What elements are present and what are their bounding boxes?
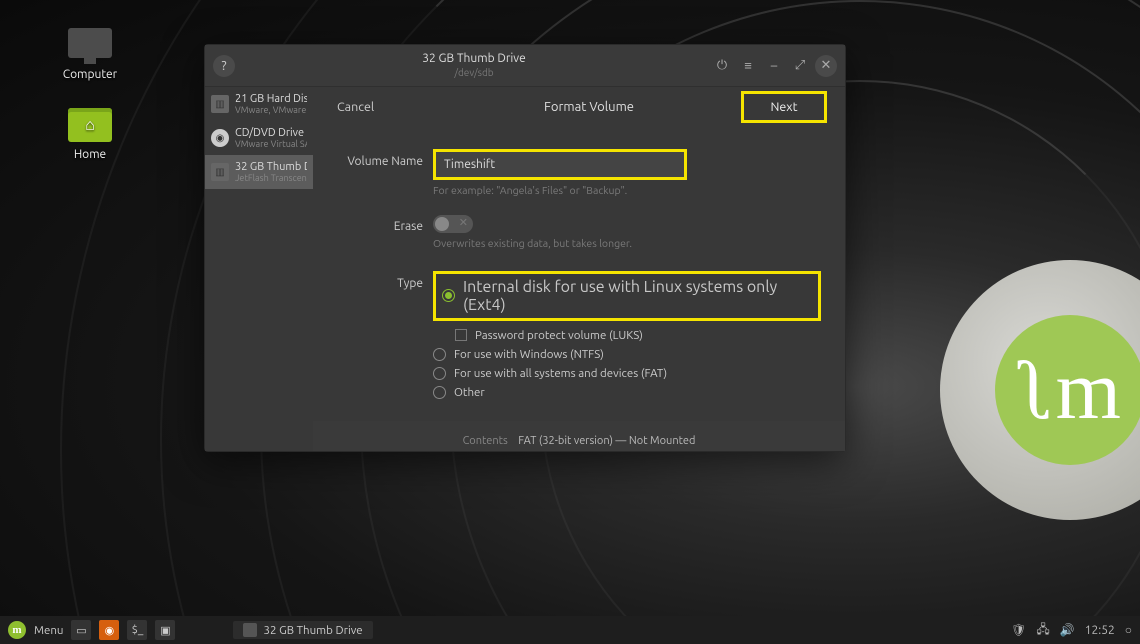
files-launcher[interactable]: ▣ [155, 620, 175, 640]
volume-name-input[interactable] [433, 149, 687, 180]
network-icon[interactable]: 🖧 [1036, 620, 1049, 641]
power-icon[interactable]: ⏻ [711, 55, 733, 77]
desktop-icon-home[interactable]: ⌂ Home [50, 108, 130, 161]
menu-button[interactable]: Menu [34, 624, 63, 637]
show-desktop-button[interactable]: ▭ [71, 620, 91, 640]
sidebar-item-cddvd[interactable]: ◉ CD/DVD DriveVMware Virtual SA [205, 121, 313, 155]
monitor-icon [68, 28, 112, 58]
clock[interactable]: 12:52 [1085, 624, 1115, 637]
terminal-launcher[interactable]: $_ [127, 620, 147, 640]
desktop-icon-computer[interactable]: Computer [50, 28, 130, 81]
format-volume-dialog: Cancel Format Volume Next Volume Name Fo… [313, 87, 845, 421]
window-titlebar[interactable]: ? 32 GB Thumb Drive /dev/sdb ⏻ ≡ – ⤢ ✕ [205, 45, 845, 87]
shield-icon[interactable]: 🛡 [1011, 623, 1026, 637]
radio-ntfs-label: For use with Windows (NTFS) [454, 348, 604, 361]
harddisk-icon: ▥ [211, 95, 229, 113]
next-button[interactable]: Next [741, 91, 827, 123]
minimize-button[interactable]: – [763, 55, 785, 77]
maximize-button[interactable]: ⤢ [789, 55, 811, 77]
window-title: 32 GB Thumb Drive [241, 52, 707, 66]
volume-contents: Contents FAT (32-bit version) — Not Moun… [313, 435, 845, 447]
folder-icon: ⌂ [68, 108, 112, 142]
volume-name-hint: For example: "Angela's Files" or "Backup… [433, 184, 821, 196]
radio-ntfs[interactable] [433, 348, 446, 361]
mint-logo-badge: ʅm [940, 260, 1140, 520]
sidebar-item-harddisk[interactable]: ▥ 21 GB Hard DisVMware, VMware [205, 87, 313, 121]
radio-other-label: Other [454, 386, 485, 399]
device-sidebar: ▥ 21 GB Hard DisVMware, VMware ◉ CD/DVD … [205, 87, 313, 451]
firefox-launcher[interactable]: ◉ [99, 620, 119, 640]
erase-label: Erase [337, 214, 433, 233]
volume-icon[interactable]: 🔊 [1060, 623, 1075, 637]
radio-other[interactable] [433, 386, 446, 399]
cd-icon: ◉ [211, 129, 229, 147]
checkbox-luks-label: Password protect volume (LUKS) [475, 329, 643, 342]
help-icon[interactable]: ? [213, 55, 235, 77]
erase-hint: Overwrites existing data, but takes long… [433, 237, 821, 249]
hamburger-icon[interactable]: ≡ [737, 55, 759, 77]
tray-dot-icon[interactable]: ○ [1125, 623, 1132, 637]
taskbar-window-label: 32 GB Thumb Drive [263, 624, 362, 637]
usb-icon: ▥ [211, 163, 229, 181]
mint-menu-icon[interactable]: m [8, 621, 26, 639]
desktop-icon-label: Computer [50, 68, 130, 81]
taskbar-window-button[interactable]: 32 GB Thumb Drive [233, 621, 372, 639]
taskbar: m Menu ▭ ◉ $_ ▣ 32 GB Thumb Drive 🛡 🖧 🔊 … [0, 616, 1140, 644]
window-subtitle: /dev/sdb [241, 67, 707, 79]
checkbox-luks[interactable] [455, 329, 467, 341]
volume-name-label: Volume Name [337, 149, 433, 168]
dialog-title: Format Volume [437, 100, 741, 114]
disks-window: ? 32 GB Thumb Drive /dev/sdb ⏻ ≡ – ⤢ ✕ ▥… [204, 44, 846, 452]
type-label: Type [337, 271, 433, 290]
erase-toggle[interactable]: ✕ [433, 215, 473, 233]
radio-fat-label: For use with all systems and devices (FA… [454, 367, 667, 380]
radio-ext4[interactable] [442, 289, 455, 302]
close-button[interactable]: ✕ [815, 55, 837, 77]
sidebar-item-thumbdrive[interactable]: ▥ 32 GB Thumb DJetFlash Transcen [205, 155, 313, 189]
radio-ext4-label: Internal disk for use with Linux systems… [463, 278, 812, 314]
cancel-button[interactable]: Cancel [337, 100, 437, 114]
desktop-icon-label: Home [50, 148, 130, 161]
radio-fat[interactable] [433, 367, 446, 380]
disk-icon [243, 623, 257, 637]
